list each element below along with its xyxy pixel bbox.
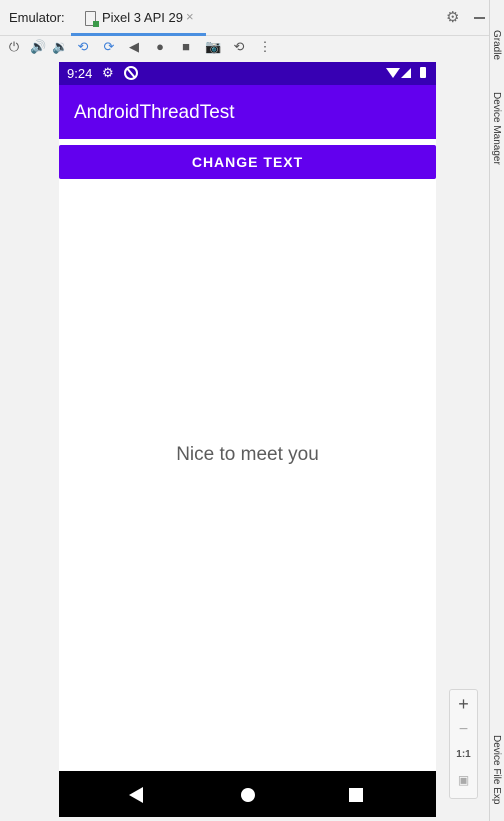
nav-recents-icon[interactable] (349, 788, 363, 802)
minimize-icon[interactable] (474, 17, 485, 19)
zoom-out-icon[interactable]: − (450, 721, 477, 739)
tab-label: Pixel 3 API 29 (102, 10, 183, 25)
emulator-toolbar: ⏻ 🔊 🔉 ⟲ ⟳ ◀ ● ■ 📷 ⟲ ⋮ (0, 36, 490, 60)
nav-home-icon[interactable] (241, 788, 255, 802)
change-text-button[interactable]: CHANGE TEXT (59, 145, 436, 179)
status-bar: 9:24 ⚙ (59, 62, 436, 85)
gear-icon[interactable]: ⚙ (446, 8, 459, 26)
signal-icon (401, 68, 411, 78)
overview-icon[interactable]: ■ (178, 39, 194, 55)
message-text: Nice to meet you (176, 444, 319, 465)
battery-icon (420, 67, 426, 78)
app-bar: AndroidThreadTest (59, 85, 436, 139)
app-title: AndroidThreadTest (74, 102, 235, 123)
tab-pixel-3-api-29[interactable]: Pixel 3 API 29 × (71, 0, 206, 36)
data-saver-icon (124, 66, 138, 80)
zoom-fit-icon[interactable]: ▣ (450, 773, 477, 787)
rotate-right-icon[interactable]: ⟳ (101, 39, 117, 55)
zoom-actual-size-button[interactable]: 1:1 (450, 749, 477, 760)
status-time: 9:24 (67, 66, 93, 81)
emulator-label: Emulator: (9, 10, 65, 25)
screenshot-icon[interactable]: 📷 (205, 39, 221, 55)
device-manager-panel-tab[interactable]: Device Manager (491, 92, 502, 165)
close-icon[interactable]: × (186, 9, 194, 24)
zoom-in-icon[interactable]: + (450, 694, 477, 715)
volume-up-icon[interactable]: 🔊 (30, 39, 46, 55)
nav-back-icon[interactable] (129, 787, 143, 803)
power-icon[interactable]: ⏻ (6, 39, 22, 55)
volume-down-icon[interactable]: 🔉 (52, 39, 68, 55)
gradle-panel-tab[interactable]: Gradle (491, 30, 502, 60)
emulator-tab-bar: Emulator: Pixel 3 API 29 × ⚙ (0, 0, 490, 36)
rotate-left-icon[interactable]: ⟲ (75, 39, 91, 55)
snapshot-icon[interactable]: ⟲ (231, 39, 247, 55)
device-file-explorer-panel-tab[interactable]: Device File Exp (491, 735, 502, 804)
wifi-icon (386, 68, 400, 78)
navigation-bar (59, 771, 436, 817)
settings-notification-icon: ⚙ (102, 65, 114, 80)
zoom-controls: + − 1:1 ▣ (449, 689, 478, 799)
more-icon[interactable]: ⋮ (257, 39, 273, 55)
home-icon[interactable]: ● (152, 39, 168, 55)
right-tool-strip: Gradle Device Manager Device File Exp (489, 0, 504, 821)
back-icon[interactable]: ◀ (126, 39, 142, 55)
device-screen: 9:24 ⚙ AndroidThreadTest CHANGE TEXT Nic… (59, 62, 436, 817)
device-icon (85, 11, 99, 27)
